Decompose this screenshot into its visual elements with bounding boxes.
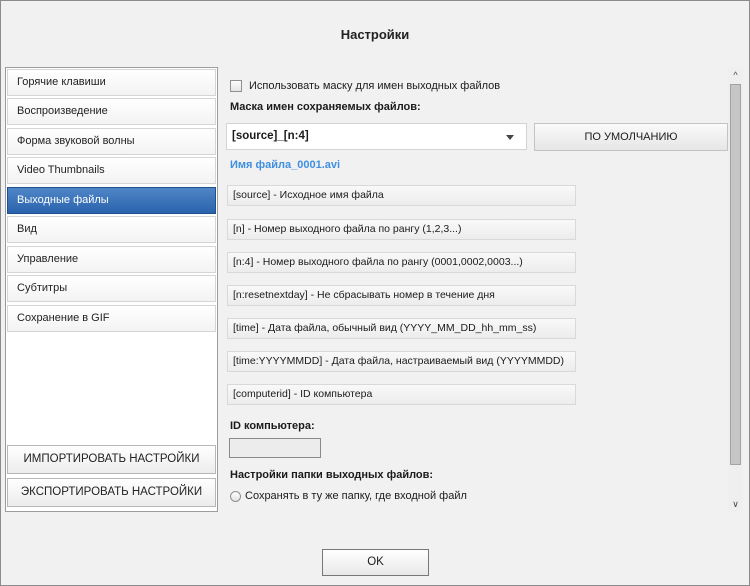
import-settings-button[interactable]: ИМПОРТИРОВАТЬ НАСТРОЙКИ	[7, 445, 216, 474]
sidebar-item-output-files[interactable]: Выходные файлы	[7, 187, 216, 214]
sidebar-item-controls[interactable]: Управление	[7, 246, 216, 273]
sidebar-item-view[interactable]: Вид	[7, 216, 216, 243]
computer-id-heading: ID компьютера:	[230, 420, 315, 432]
default-button[interactable]: ПО УМОЛЧАНИЮ	[534, 123, 728, 151]
token-button[interactable]: [computerid] - ID компьютера	[227, 384, 576, 405]
token-button[interactable]: [source] - Исходное имя файла	[227, 185, 576, 206]
sidebar-item-waveform[interactable]: Форма звуковой волны	[7, 128, 216, 155]
use-mask-checkbox[interactable]	[230, 80, 242, 92]
computer-id-field[interactable]	[229, 438, 321, 458]
token-button[interactable]: [time:YYYYMMDD] - Дата файла, настраивае…	[227, 351, 576, 372]
sidebar-item-gif-saving[interactable]: Сохранение в GIF	[7, 305, 216, 332]
vertical-scrollbar[interactable]: ^ ∨	[728, 67, 743, 512]
sidebar-item-video-thumbnails[interactable]: Video Thumbnails	[7, 157, 216, 184]
chevron-down-icon	[506, 135, 514, 140]
ok-button[interactable]: OK	[322, 549, 429, 576]
chevron-up-icon[interactable]: ^	[728, 67, 743, 83]
chevron-down-icon[interactable]: ∨	[728, 496, 743, 512]
mask-heading: Маска имен сохраняемых файлов:	[230, 101, 421, 113]
settings-dialog: Настройки Горячие клавиши Воспроизведени…	[0, 0, 750, 586]
sidebar-item-subtitles[interactable]: Субтитры	[7, 275, 216, 302]
dialog-title: Настройки	[340, 27, 410, 42]
sidebar-item-hotkeys[interactable]: Горячие клавиши	[7, 69, 216, 96]
sidebar-item-playback[interactable]: Воспроизведение	[7, 98, 216, 125]
scroll-thumb[interactable]	[730, 84, 741, 465]
token-button[interactable]: [time] - Дата файла, обычный вид (YYYY_M…	[227, 318, 576, 339]
output-folder-heading: Настройки папки выходных файлов:	[230, 469, 434, 481]
use-mask-label: Использовать маску для имен выходных фай…	[249, 80, 501, 92]
same-folder-radio[interactable]	[230, 491, 241, 502]
mask-dropdown[interactable]: [source]_[n:4]	[226, 123, 527, 150]
token-button[interactable]: [n:resetnextday] - Не сбрасывать номер в…	[227, 285, 576, 306]
settings-sidebar: Горячие клавиши Воспроизведение Форма зв…	[5, 67, 218, 512]
token-button[interactable]: [n:4] - Номер выходного файла по рангу (…	[227, 252, 576, 273]
token-button[interactable]: [n] - Номер выходного файла по рангу (1,…	[227, 219, 576, 240]
filename-preview: Имя файла_0001.avi	[230, 159, 341, 171]
same-folder-label: Сохранять в ту же папку, где входной фай…	[245, 490, 467, 502]
export-settings-button[interactable]: ЭКСПОРТИРОВАТЬ НАСТРОЙКИ	[7, 478, 216, 507]
mask-value: [source]_[n:4]	[232, 130, 309, 142]
